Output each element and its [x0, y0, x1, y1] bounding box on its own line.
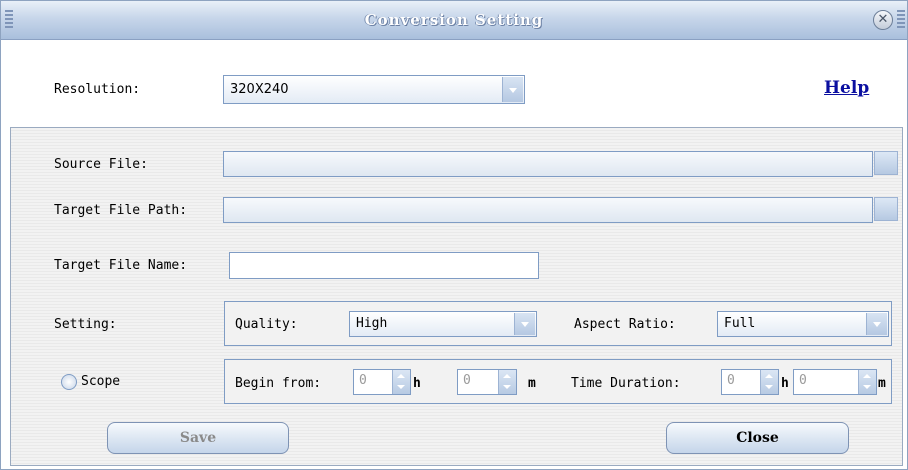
quality-value: High: [356, 316, 388, 331]
resolution-select[interactable]: 320X240: [223, 75, 525, 104]
spinner-arrows-icon[interactable]: [760, 370, 778, 394]
title-bar[interactable]: Conversion Setting ✕: [1, 1, 907, 40]
window-title: Conversion Setting: [364, 11, 544, 29]
target-path-browse-button[interactable]: [874, 197, 898, 221]
duration-hours-spinner[interactable]: 0: [721, 369, 779, 395]
spinner-arrows-icon[interactable]: [498, 370, 516, 394]
help-link[interactable]: Help: [824, 78, 869, 98]
grip-right-icon: [897, 10, 905, 30]
source-browse-button[interactable]: [874, 151, 898, 175]
spinner-arrows-icon[interactable]: [392, 370, 410, 394]
save-button[interactable]: Save: [107, 422, 289, 454]
scope-label: Scope: [81, 374, 121, 389]
aspect-ratio-value: Full: [724, 316, 756, 331]
aspect-ratio-label: Aspect Ratio:: [574, 317, 676, 332]
close-icon[interactable]: ✕: [873, 10, 893, 30]
scope-group: Begin from: 0 h 0 m Time Duration: 0 h 0…: [224, 359, 892, 404]
spinner-arrows-icon[interactable]: [858, 370, 876, 394]
aspect-ratio-select[interactable]: Full: [717, 311, 889, 337]
source-file-field[interactable]: [223, 151, 873, 177]
settings-panel: [10, 127, 903, 466]
quality-label: Quality:: [235, 317, 298, 332]
time-duration-label: Time Duration:: [571, 376, 681, 391]
chevron-down-icon[interactable]: [514, 313, 535, 335]
begin-minutes-spinner[interactable]: 0: [457, 369, 517, 395]
target-path-field[interactable]: [223, 197, 873, 223]
target-name-field[interactable]: [229, 252, 539, 279]
begin-hours-spinner[interactable]: 0: [353, 369, 411, 395]
begin-hours-unit: h: [413, 376, 421, 391]
setting-group: Quality: High Aspect Ratio: Full: [224, 301, 892, 346]
quality-select[interactable]: High: [349, 311, 537, 337]
duration-minutes-unit: m: [878, 376, 886, 391]
resolution-value: 320X240: [230, 82, 289, 97]
begin-hours-value: 0: [359, 373, 367, 388]
duration-hours-unit: h: [781, 376, 789, 391]
begin-minutes-value: 0: [463, 373, 471, 388]
begin-from-label: Begin from:: [235, 376, 322, 391]
target-name-label: Target File Name:: [54, 258, 188, 273]
duration-hours-value: 0: [727, 373, 735, 388]
scope-radio[interactable]: [61, 374, 77, 390]
setting-label: Setting:: [54, 317, 117, 332]
conversion-setting-dialog: Conversion Setting ✕ Resolution: 320X240…: [0, 0, 908, 470]
begin-minutes-unit: m: [528, 376, 536, 391]
chevron-down-icon[interactable]: [502, 77, 523, 102]
duration-minutes-spinner[interactable]: 0: [793, 369, 877, 395]
duration-minutes-value: 0: [799, 373, 807, 388]
chevron-down-icon[interactable]: [866, 313, 887, 335]
resolution-label: Resolution:: [54, 82, 141, 97]
close-button[interactable]: Close: [666, 422, 849, 454]
target-path-label: Target File Path:: [54, 203, 188, 218]
source-file-label: Source File:: [54, 157, 148, 172]
